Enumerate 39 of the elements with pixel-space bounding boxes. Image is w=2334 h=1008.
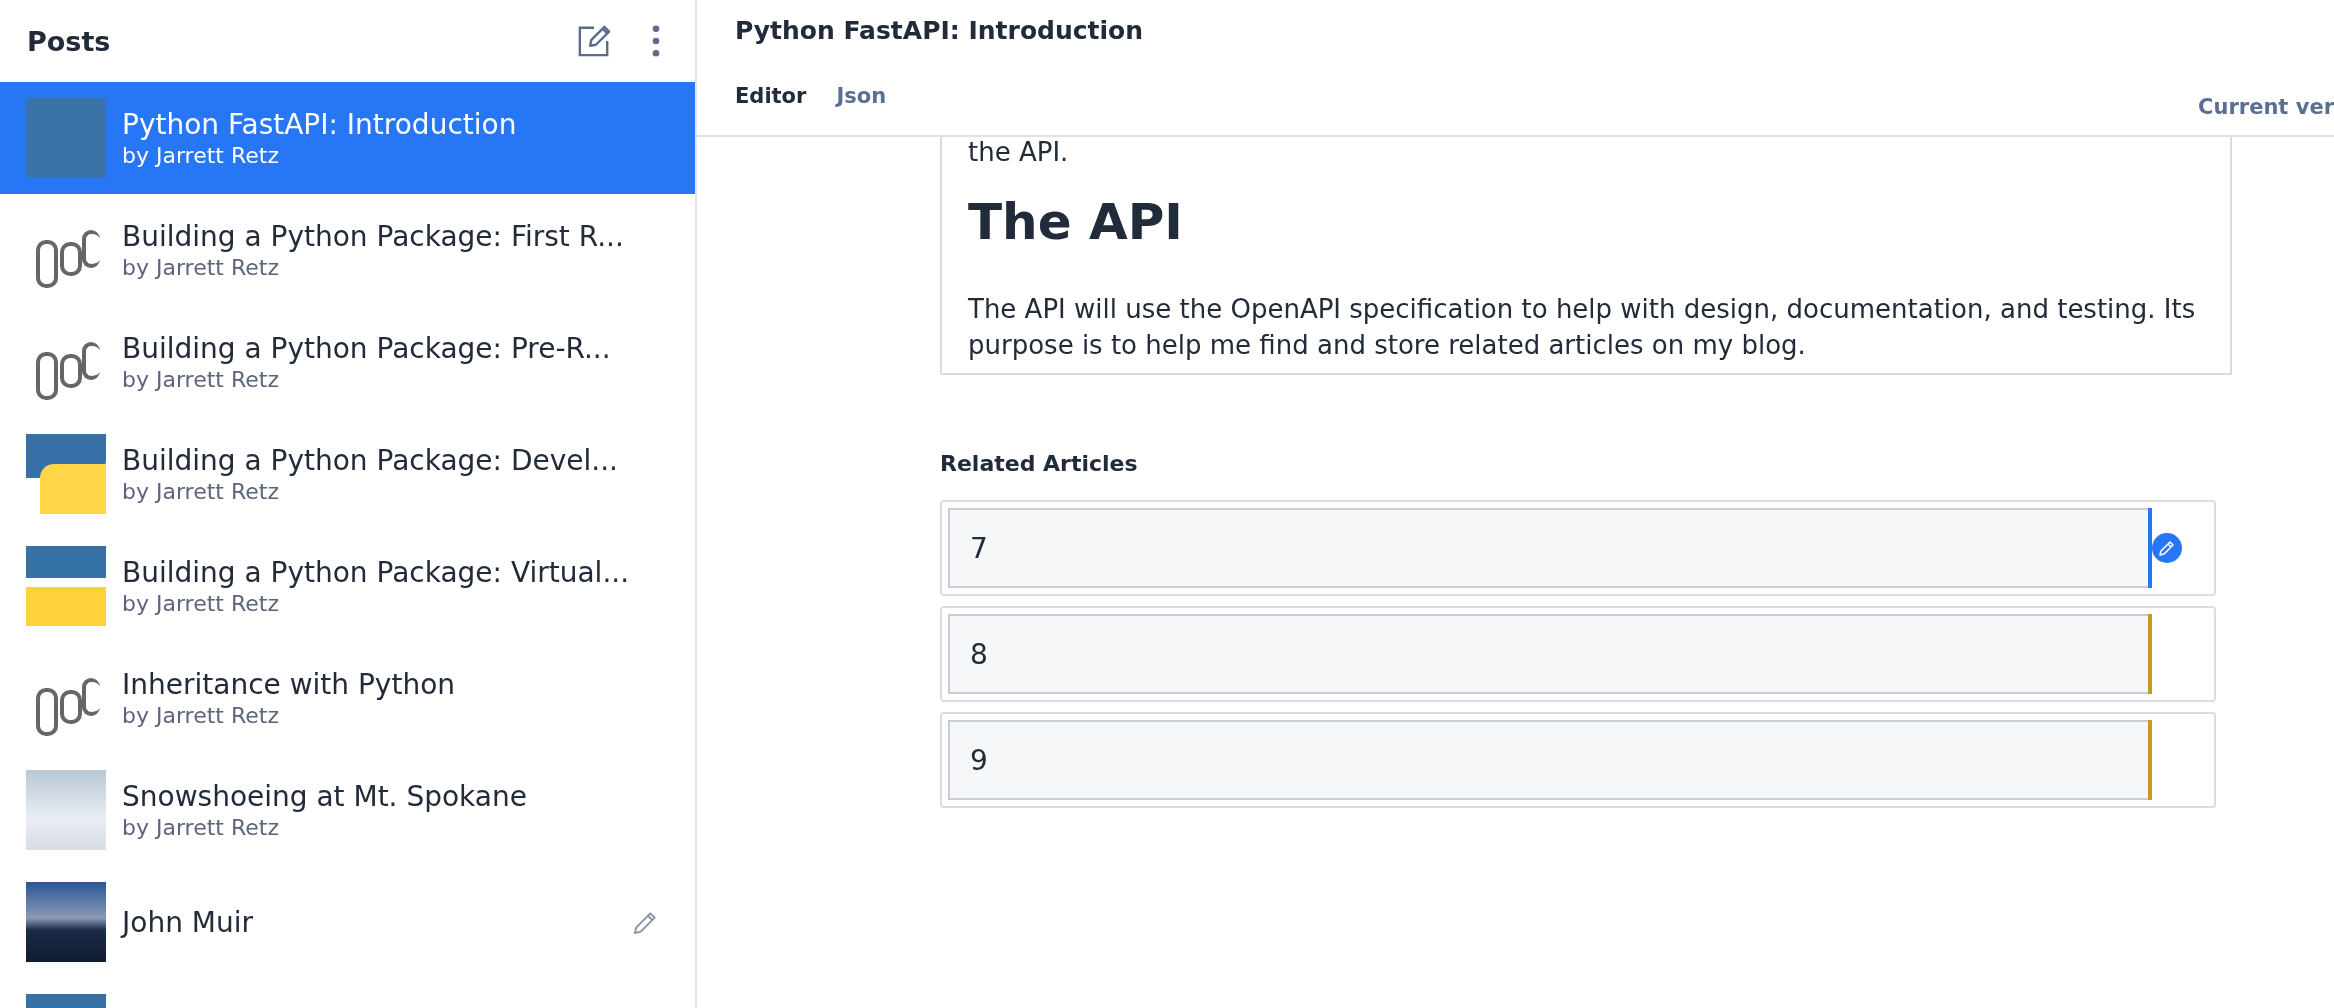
post-item[interactable]: Building a Python Package: First R... by Jarrett Retz xyxy=(0,194,695,306)
body-text: the API. xyxy=(968,137,1070,167)
post-title: Snowshoeing at Mt. Spokane xyxy=(122,780,528,813)
number-input-field[interactable]: 9 xyxy=(948,720,2148,800)
post-author: by Jarrett Retz xyxy=(122,815,280,840)
section-heading: The API xyxy=(968,193,1184,251)
rich-text-editor[interactable]: the API. The API The API will use the OpenAPI specification to help with design, documentation, and testing. Its purpose is to help me find and store related articles on my blog. xyxy=(940,137,2232,375)
post-author: by Jarrett Retz xyxy=(122,143,280,168)
post-item[interactable]: Building a Python Package: Virtual... by Jarrett Retz xyxy=(0,530,695,642)
post-title: Inheritance with Python xyxy=(122,668,457,701)
post-item[interactable]: Building a Python Package: Devel... by Jarrett Retz xyxy=(0,418,695,530)
post-author: by Jarrett Retz xyxy=(122,703,280,728)
document-title: Python FastAPI: Introduction xyxy=(735,16,1145,45)
post-item[interactable]: Inheritance with Python by Jarrett Retz xyxy=(0,642,695,754)
editor-tab[interactable]: Json xyxy=(836,84,887,108)
more-options-icon[interactable] xyxy=(651,24,661,58)
post-title: John Muir xyxy=(122,905,254,939)
compose-icon[interactable] xyxy=(577,24,611,58)
post-title: Building a Python Package: First R... xyxy=(122,220,625,253)
post-author: by Jarrett Retz xyxy=(122,479,280,504)
body-text: The API will use the OpenAPI specification to help with design, documentation, and testing. Its purpose is to help me find and store related articles on my blog. xyxy=(968,293,2197,362)
version-link[interactable]: Current ver xyxy=(2198,95,2334,119)
post-item[interactable]: John Muir xyxy=(0,866,695,978)
number-input-field[interactable]: 8 xyxy=(948,614,2148,694)
post-title: Building a Python Package: Devel... xyxy=(122,444,619,477)
post-title: Python FastAPI: Introduction xyxy=(122,108,518,141)
field-label: Related Articles xyxy=(940,451,1139,476)
number-input-field[interactable]: 7 xyxy=(948,508,2148,588)
edit-handle-icon[interactable] xyxy=(2148,508,2184,588)
post-author: by Jarrett Retz xyxy=(122,367,280,392)
post-item[interactable]: Snowshoeing at Mt. Spokane by Jarrett Retz xyxy=(0,754,695,866)
post-title: Building a Python Package: Virtual... xyxy=(122,556,631,589)
editor-tab[interactable]: Editor xyxy=(735,84,807,108)
post-author: by Jarrett Retz xyxy=(122,591,280,616)
post-item[interactable]: Python FastAPI: Introduction by Jarrett Retz xyxy=(0,82,695,194)
post-author: by Jarrett Retz xyxy=(122,255,280,280)
post-title: Building a Python Package: Pre-R... xyxy=(122,332,612,365)
sidebar-title: Posts xyxy=(27,25,112,57)
post-item[interactable]: Building a Python Package: Pre-R... by Jarrett Retz xyxy=(0,306,695,418)
